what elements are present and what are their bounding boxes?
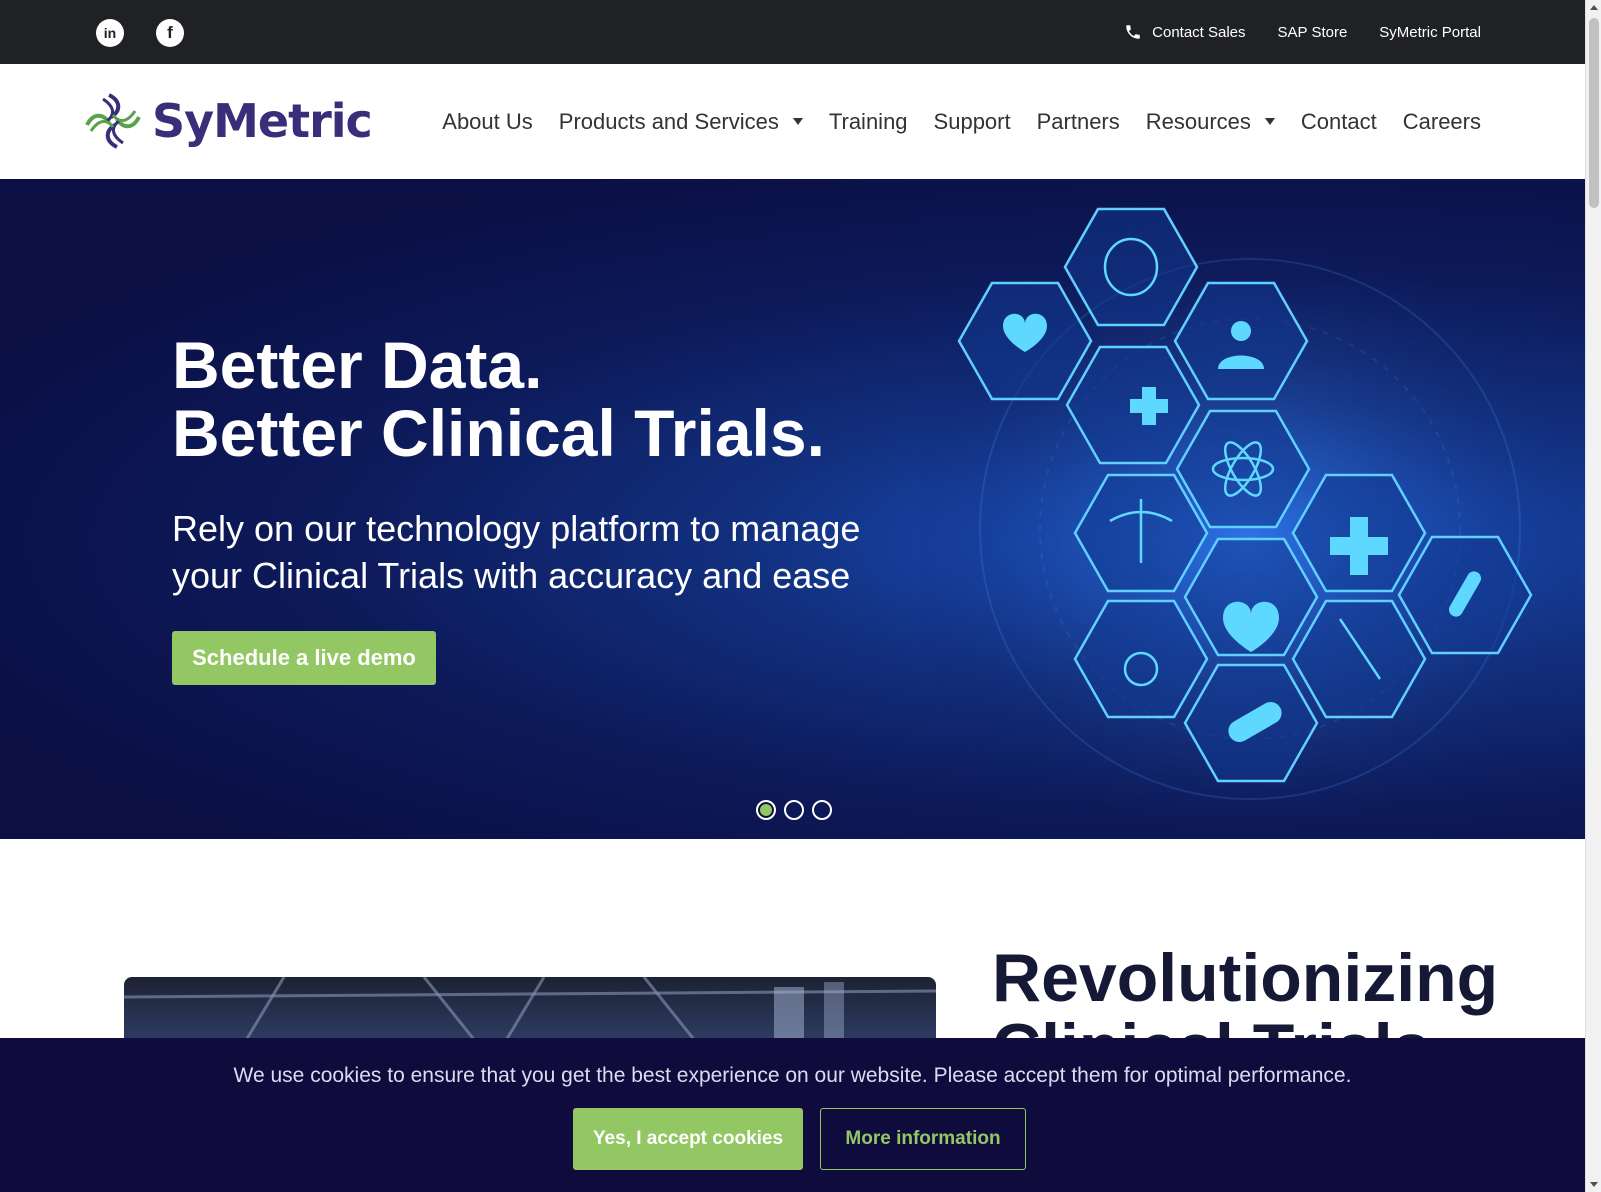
top-links: Contact Sales SAP Store SyMetric Portal [1124, 0, 1481, 64]
nav-products-and-services[interactable]: Products and Services [559, 109, 803, 135]
cookie-message: We use cookies to ensure that you get th… [233, 1064, 1352, 1087]
logo-text: SyMetric [152, 94, 373, 148]
hero-subtitle-line: your Clinical Trials with accuracy and e… [172, 555, 851, 596]
nav-support[interactable]: Support [934, 109, 1011, 135]
nav-careers[interactable]: Careers [1403, 109, 1481, 135]
page-scrollbar[interactable] [1585, 0, 1601, 1192]
more-information-button[interactable]: More information [820, 1108, 1026, 1170]
accept-cookies-button[interactable]: Yes, I accept cookies [573, 1108, 803, 1170]
nav-contact[interactable]: Contact [1301, 109, 1377, 135]
logo[interactable]: SyMetric [82, 90, 373, 152]
schedule-demo-button[interactable]: Schedule a live demo [172, 631, 436, 685]
carousel-dot-3[interactable] [812, 800, 832, 820]
nav-label: Contact [1300, 108, 1377, 134]
main-header: SyMetric About Us Products and Services … [0, 64, 1585, 179]
main-nav: About Us Products and Services Training … [442, 64, 1481, 179]
scroll-down-icon[interactable] [1590, 1182, 1598, 1187]
sap-store-link[interactable]: SAP Store [1278, 24, 1348, 41]
nav-resources[interactable]: Resources [1146, 109, 1275, 135]
hero-title-line: Better Data. [172, 328, 543, 402]
nav-about-us[interactable]: About Us [442, 109, 533, 135]
scroll-up-icon[interactable] [1590, 5, 1598, 10]
scroll-thumb[interactable] [1589, 18, 1599, 208]
cookie-banner: We use cookies to ensure that you get th… [0, 1038, 1585, 1192]
nav-label: Resources [1145, 108, 1251, 134]
phone-icon [1126, 25, 1140, 39]
top-bar: in f Contact Sales SAP Store SyMetric Po… [0, 0, 1585, 64]
medical-hexagons-illustration [920, 199, 1580, 819]
facebook-icon[interactable]: f [156, 19, 184, 47]
nav-label: Partners [1036, 108, 1120, 134]
nav-label: About Us [442, 108, 533, 134]
nav-label: Support [933, 108, 1011, 134]
contact-sales-link[interactable]: Contact Sales [1124, 23, 1246, 41]
nav-label: Careers [1402, 108, 1481, 134]
caret-down-icon [1264, 118, 1275, 125]
hero-subtitle: Rely on our technology platform to manag… [172, 505, 892, 599]
carousel-dots [756, 800, 832, 820]
caret-down-icon [792, 118, 803, 125]
symetric-portal-link[interactable]: SyMetric Portal [1379, 24, 1481, 41]
hero-title-line: Better Clinical Trials. [172, 396, 825, 470]
carousel-dot-1[interactable] [756, 800, 776, 820]
linkedin-icon[interactable]: in [96, 19, 124, 47]
contact-sales-label: Contact Sales [1152, 23, 1246, 41]
hero-subtitle-line: Rely on our technology platform to manag… [172, 508, 861, 549]
symetric-logo-icon [85, 93, 141, 149]
hero-title: Better Data. Better Clinical Trials. [172, 331, 825, 467]
carousel-dot-2[interactable] [784, 800, 804, 820]
nav-partners[interactable]: Partners [1037, 109, 1120, 135]
nav-training[interactable]: Training [829, 109, 908, 135]
nav-label: Training [828, 108, 908, 134]
section-title-line: Revolutionizing [992, 940, 1499, 1016]
nav-label: Products and Services [558, 108, 779, 134]
hero-carousel: Better Data. Better Clinical Trials. Rel… [0, 179, 1585, 839]
person-icon [1231, 321, 1251, 341]
